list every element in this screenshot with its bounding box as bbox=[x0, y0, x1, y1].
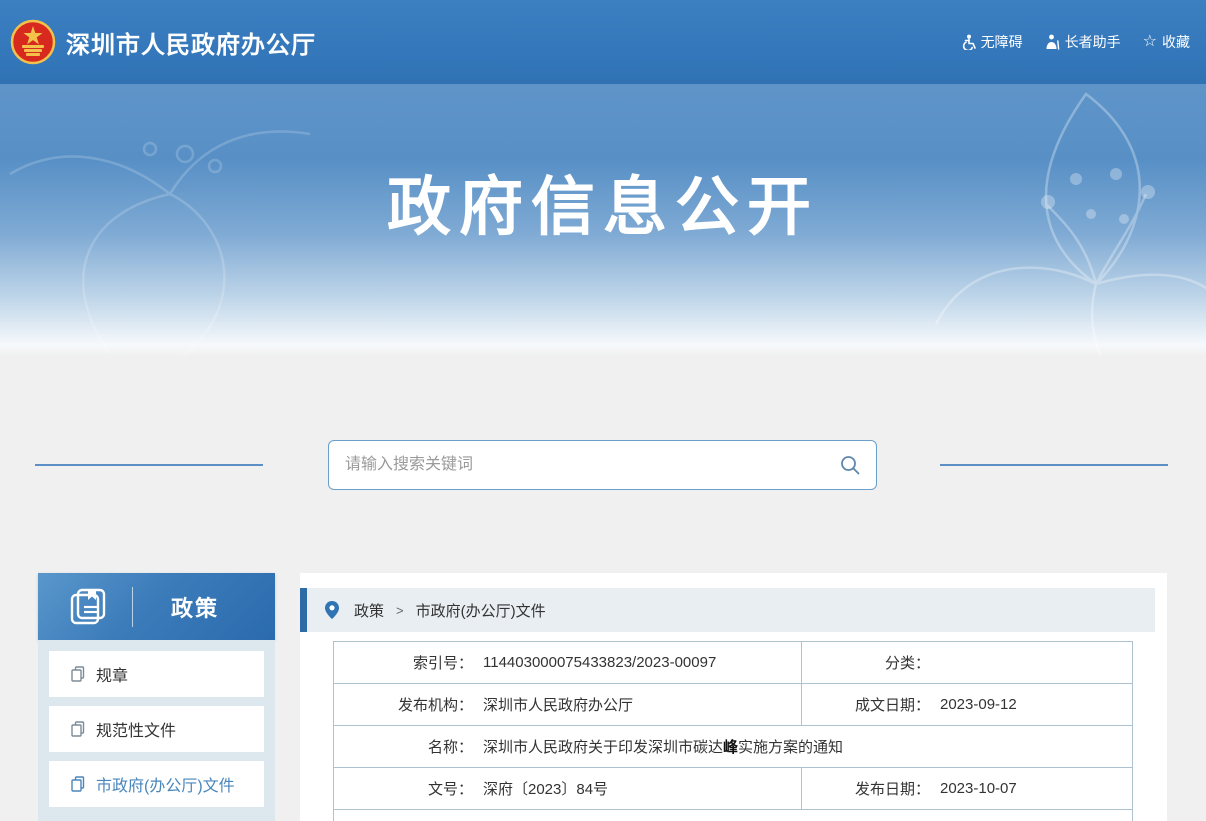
issuer-value: 深圳市人民政府办公厅 bbox=[473, 694, 633, 715]
accessibility-link[interactable]: 无障碍 bbox=[960, 32, 1023, 52]
page: 深圳市人民政府办公厅 无障碍 长者助手 ☆ bbox=[0, 0, 1206, 821]
favorite-label: 收藏 bbox=[1162, 32, 1190, 52]
name-value-highlight: 峰 bbox=[723, 739, 738, 756]
sidebar-item-label: 规章 bbox=[96, 662, 128, 686]
sidebar-header: 政策 bbox=[38, 573, 275, 640]
page-title: 政府信息公开 bbox=[0, 156, 1206, 248]
search-icon bbox=[839, 454, 861, 476]
name-value: 深圳市人民政府关于印发深圳市碳达峰实施方案的通知 bbox=[473, 736, 843, 757]
banner: 政府信息公开 bbox=[0, 84, 1206, 356]
date-written-label: 成文日期： bbox=[802, 694, 930, 715]
sidebar-item-label: 规范性文件 bbox=[96, 717, 176, 741]
star-icon: ☆ bbox=[1143, 34, 1157, 50]
policy-book-icon bbox=[66, 585, 110, 629]
cell-category: 分类： bbox=[801, 642, 1132, 683]
breadcrumb-separator: > bbox=[396, 603, 404, 618]
decorative-line-left bbox=[35, 464, 263, 466]
favorite-link[interactable]: ☆ 收藏 bbox=[1143, 32, 1190, 52]
cell-name: 名称： 深圳市人民政府关于印发深圳市碳达峰实施方案的通知 bbox=[334, 726, 1132, 767]
document-info-table: 索引号： 114403000075433823/2023-00097 分类： 发… bbox=[333, 641, 1133, 821]
table-row-index: 索引号： 114403000075433823/2023-00097 分类： bbox=[334, 642, 1132, 684]
sidebar-header-divider bbox=[132, 587, 133, 627]
index-label: 索引号： bbox=[334, 652, 473, 673]
name-value-post: 实施方案的通知 bbox=[738, 739, 843, 756]
breadcrumb-item-current: 市政府(办公厅)文件 bbox=[416, 600, 546, 621]
cell-issuer: 发布机构： 深圳市人民政府办公厅 bbox=[334, 684, 801, 725]
table-row-partial bbox=[334, 810, 1132, 821]
doc-number-label: 文号： bbox=[334, 778, 473, 799]
category-label: 分类： bbox=[802, 652, 930, 673]
accessibility-icon bbox=[960, 34, 976, 50]
decorative-line-right bbox=[940, 464, 1168, 466]
table-row-issuer: 发布机构： 深圳市人民政府办公厅 成文日期： 2023-09-12 bbox=[334, 684, 1132, 726]
cell-partial bbox=[334, 810, 1132, 821]
national-emblem-logo bbox=[9, 18, 57, 66]
search-input[interactable] bbox=[329, 441, 824, 489]
document-icon bbox=[71, 666, 86, 682]
location-pin-icon bbox=[325, 601, 339, 619]
breadcrumb: 政策 > 市政府(办公厅)文件 bbox=[300, 588, 1155, 632]
sidebar-item-regulations[interactable]: 规章 bbox=[49, 651, 264, 697]
sidebar-body: 规章 规范性文件 市政府(办公厅)文件 bbox=[38, 640, 275, 821]
name-label: 名称： bbox=[334, 736, 473, 757]
topbar: 深圳市人民政府办公厅 无障碍 长者助手 ☆ bbox=[0, 0, 1206, 84]
search-button[interactable] bbox=[824, 441, 876, 489]
sidebar-item-municipal-government-documents[interactable]: 市政府(办公厅)文件 bbox=[49, 761, 264, 807]
doc-number-value: 深府〔2023〕84号 bbox=[473, 778, 608, 799]
sidebar-item-label: 市政府(办公厅)文件 bbox=[96, 772, 235, 796]
date-published-value: 2023-10-07 bbox=[930, 780, 1017, 797]
table-row-doc-number: 文号： 深府〔2023〕84号 发布日期： 2023-10-07 bbox=[334, 768, 1132, 810]
cell-doc-number: 文号： 深府〔2023〕84号 bbox=[334, 768, 801, 809]
sidebar-item-normative-documents[interactable]: 规范性文件 bbox=[49, 706, 264, 752]
index-value: 114403000075433823/2023-00097 bbox=[473, 654, 716, 671]
name-value-pre: 深圳市人民政府关于印发深圳市碳达 bbox=[483, 739, 723, 756]
main-panel: 政策 > 市政府(办公厅)文件 索引号： 114403000075433823/… bbox=[300, 573, 1167, 821]
breadcrumb-accent-bar bbox=[300, 588, 307, 632]
elder-person-icon bbox=[1045, 34, 1060, 50]
site-title[interactable]: 深圳市人民政府办公厅 bbox=[66, 25, 316, 60]
elder-assistant-link[interactable]: 长者助手 bbox=[1045, 32, 1121, 52]
cell-index: 索引号： 114403000075433823/2023-00097 bbox=[334, 642, 801, 683]
date-written-value: 2023-09-12 bbox=[930, 696, 1017, 713]
sidebar-title: 政策 bbox=[171, 591, 219, 623]
accessibility-label: 无障碍 bbox=[981, 32, 1023, 52]
cell-date-published: 发布日期： 2023-10-07 bbox=[801, 768, 1132, 809]
breadcrumb-item-policy[interactable]: 政策 bbox=[354, 600, 384, 621]
document-icon bbox=[71, 776, 86, 792]
table-row-name: 名称： 深圳市人民政府关于印发深圳市碳达峰实施方案的通知 bbox=[334, 726, 1132, 768]
date-published-label: 发布日期： bbox=[802, 778, 930, 799]
topbar-links: 无障碍 长者助手 ☆ 收藏 bbox=[960, 0, 1190, 84]
issuer-label: 发布机构： bbox=[334, 694, 473, 715]
document-icon bbox=[71, 721, 86, 737]
search-box bbox=[328, 440, 877, 490]
cell-date-written: 成文日期： 2023-09-12 bbox=[801, 684, 1132, 725]
elder-assistant-label: 长者助手 bbox=[1065, 32, 1121, 52]
sidebar: 政策 规章 规范性文件 bbox=[38, 573, 275, 821]
